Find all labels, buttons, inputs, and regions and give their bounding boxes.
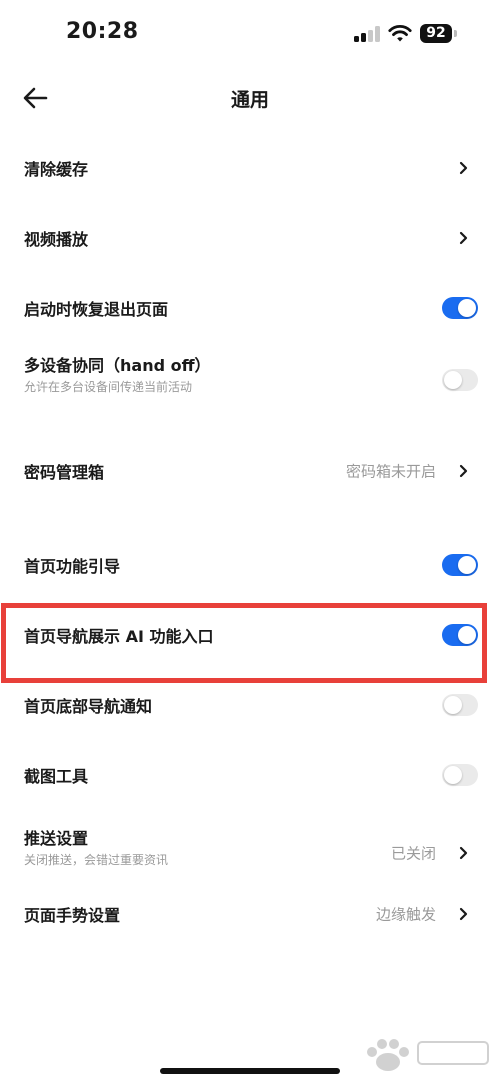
setting-video-playback[interactable]: 视频播放 — [0, 210, 500, 266]
setting-subtitle: 允许在多台设备间传递当前活动 — [24, 380, 193, 394]
home-bottom-notice-toggle[interactable] — [442, 694, 478, 716]
setting-value: 密码箱未开启 — [345, 462, 436, 481]
chevron-right-icon — [459, 161, 468, 175]
setting-label: 密码管理箱 — [24, 463, 105, 482]
watermark-logo — [367, 1039, 489, 1071]
setting-password-manager[interactable]: 密码管理箱 密码箱未开启 — [0, 443, 500, 499]
chevron-right-icon — [459, 231, 468, 245]
setting-home-bottom-notice: 首页底部导航通知 — [0, 677, 500, 733]
setting-subtitle: 关闭推送，会错过重要资讯 — [24, 853, 169, 867]
screenshot-tool-toggle[interactable] — [442, 764, 478, 786]
page-title: 通用 — [230, 89, 269, 111]
setting-clear-cache[interactable]: 清除缓存 — [0, 140, 500, 196]
handoff-toggle[interactable] — [442, 369, 478, 391]
chevron-right-icon — [459, 907, 468, 921]
home-guide-toggle[interactable] — [442, 554, 478, 576]
setting-label: 启动时恢复退出页面 — [24, 300, 169, 319]
setting-label: 清除缓存 — [24, 160, 89, 179]
setting-label: 多设备协同（hand off） — [24, 356, 211, 375]
setting-label: 推送设置 — [24, 829, 89, 848]
restore-on-launch-toggle[interactable] — [442, 297, 478, 319]
home-indicator[interactable] — [160, 1068, 340, 1074]
battery-cap — [454, 30, 457, 37]
setting-screenshot-tool: 截图工具 — [0, 747, 500, 803]
toggle-knob — [444, 371, 462, 389]
setting-restore-on-launch: 启动时恢复退出页面 — [0, 280, 500, 336]
toggle-knob — [444, 696, 462, 714]
wifi-icon — [388, 25, 412, 42]
setting-value: 边缘触发 — [375, 905, 436, 924]
setting-home-guide: 首页功能引导 — [0, 537, 500, 593]
highlight-annotation — [1, 603, 487, 683]
setting-push[interactable]: 推送设置 关闭推送，会错过重要资讯 已关闭 — [0, 823, 500, 883]
status-time: 20:28 — [66, 19, 139, 44]
toggle-knob — [458, 299, 476, 317]
setting-label: 视频播放 — [24, 230, 89, 249]
chevron-right-icon — [459, 846, 468, 860]
toggle-knob — [458, 556, 476, 574]
chevron-right-icon — [459, 464, 468, 478]
setting-label: 首页功能引导 — [24, 557, 121, 576]
setting-label: 首页底部导航通知 — [24, 697, 153, 716]
setting-handoff: 多设备协同（hand off） 允许在多台设备间传递当前活动 — [0, 350, 500, 410]
setting-label: 截图工具 — [24, 767, 89, 786]
setting-label: 页面手势设置 — [24, 906, 121, 925]
status-bar: 20:28 92 — [0, 0, 500, 70]
navigation-bar: 通用 — [0, 70, 500, 126]
setting-gesture[interactable]: 页面手势设置 边缘触发 — [0, 886, 500, 942]
battery-indicator: 92 — [420, 24, 452, 43]
cellular-signal-icon — [354, 26, 382, 42]
setting-value: 已关闭 — [390, 844, 436, 863]
toggle-knob — [444, 766, 462, 784]
